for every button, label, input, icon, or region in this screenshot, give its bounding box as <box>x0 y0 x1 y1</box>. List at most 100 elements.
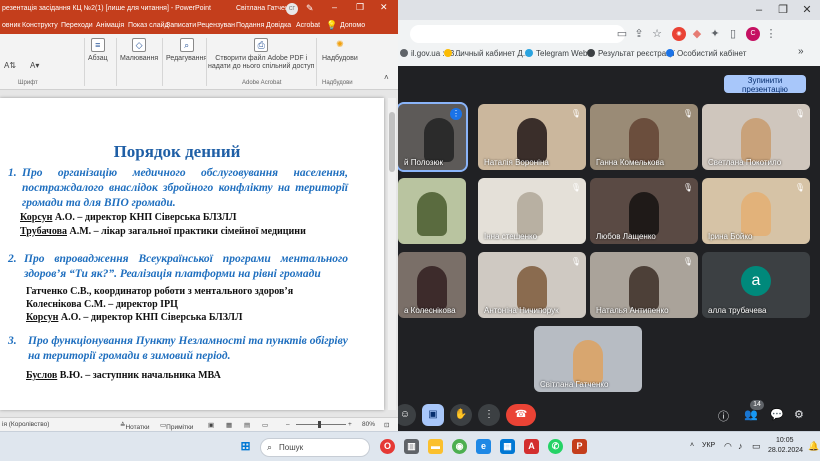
tab-9[interactable]: Acrobat <box>296 22 320 29</box>
clock-time[interactable]: 10:05 <box>776 437 794 444</box>
edge-icon[interactable]: e <box>476 439 491 454</box>
acrobat-icon[interactable]: A <box>524 439 539 454</box>
info-icon[interactable]: ⓘ <box>718 408 729 424</box>
participant-tile[interactable]: 🎙 Наталія Вороніна <box>478 104 586 170</box>
end-call-button[interactable]: ☎ <box>506 404 536 426</box>
paragraph-button[interactable]: ≡ Абзац <box>88 38 108 63</box>
volume-icon[interactable]: ♪ <box>738 441 743 451</box>
participant-tile[interactable]: 🎙 Антоніна Ничипорук <box>478 252 586 318</box>
share-icon[interactable]: ⇪ <box>632 27 646 41</box>
user-avatar[interactable]: СГ <box>286 3 298 15</box>
tab-8[interactable]: Довідка <box>266 22 291 29</box>
participant-tile[interactable]: 🎙 Любов Лащенко <box>590 178 698 244</box>
task-view-icon[interactable]: ▥ <box>404 439 419 454</box>
tab-3[interactable]: Анімація <box>96 22 124 29</box>
drawing-button[interactable]: ◇ Малювання <box>120 38 158 63</box>
sidebar-icon[interactable]: ▯ <box>726 27 740 41</box>
close-icon[interactable]: ✕ <box>380 2 388 13</box>
taskbar-search[interactable]: ⌕ Пошук <box>260 438 370 457</box>
more-options-icon[interactable]: ⋮ <box>478 404 500 426</box>
close-icon[interactable]: ✕ <box>796 3 818 17</box>
create-pdf-button[interactable]: ⎙ Створити файл Adobe PDF і надати до ньог… <box>208 38 314 71</box>
participant-tile[interactable]: 🎙 Ганна Комелькова <box>590 104 698 170</box>
extension-icon-2[interactable]: ◆ <box>690 27 704 41</box>
reading-view-icon[interactable]: ▤ <box>244 421 250 429</box>
tab-5[interactable]: Записати <box>166 22 196 29</box>
font-color-icon[interactable]: A▾ <box>30 62 39 70</box>
bookmark-3[interactable]: Результат реєстрації <box>587 49 675 58</box>
more-bookmarks[interactable]: » <box>798 46 804 57</box>
tab-10[interactable]: Допомо <box>340 22 365 29</box>
extensions-puzzle-icon[interactable]: ✦ <box>708 27 722 41</box>
participant-tile[interactable]: a алла трубачева <box>702 252 810 318</box>
participant-tile[interactable]: 🎙 Ірина Бойко <box>702 178 810 244</box>
raise-hand-icon[interactable]: ✋ <box>450 404 472 426</box>
battery-icon[interactable]: ▭ <box>752 441 761 452</box>
collapse-ribbon-icon[interactable]: ˄ <box>384 74 389 82</box>
slide-canvas[interactable]: Порядок денний 1. Про організацію медичн… <box>0 98 384 410</box>
present-icon[interactable]: ▣ <box>422 404 444 426</box>
camera-icon[interactable]: ▭ <box>615 27 629 41</box>
maximize-icon[interactable]: ❐ <box>772 3 794 17</box>
zoom-out-icon[interactable]: – <box>286 421 290 428</box>
activities-icon[interactable]: ⚙ <box>794 408 804 421</box>
slideshow-icon[interactable]: ▭ <box>262 421 268 429</box>
zoom-slider[interactable] <box>296 424 346 425</box>
notes-button[interactable]: ≙ Нотатки <box>120 421 149 431</box>
tab-0[interactable]: овник <box>2 22 20 29</box>
participant-tile[interactable]: ⋮ й Полозюк <box>396 102 468 172</box>
tab-7[interactable]: Подання <box>236 22 264 29</box>
whatsapp-icon[interactable]: ✆ <box>548 439 563 454</box>
opera-icon[interactable]: O <box>380 439 395 454</box>
minimize-icon[interactable]: – <box>748 3 770 17</box>
text-direction-icon[interactable]: A⇅ <box>4 62 16 70</box>
participant-tile[interactable]: 🎙 Светлана Покотило <box>702 104 810 170</box>
vertical-scrollbar[interactable] <box>388 98 396 410</box>
normal-view-icon[interactable]: ▣ <box>208 421 214 429</box>
file-explorer-icon[interactable]: ▬ <box>428 439 443 454</box>
notifications-icon[interactable]: 🔔 <box>808 441 819 452</box>
editing-button[interactable]: ⌕ Редагування <box>166 38 207 63</box>
extension-icon[interactable]: ◉ <box>672 27 686 41</box>
participant-tile[interactable]: 🎙 Інна стешенко <box>478 178 586 244</box>
bookmark-2[interactable]: Telegram Web <box>525 49 587 58</box>
scrollbar-thumb[interactable] <box>389 112 395 172</box>
people-icon[interactable]: 👥 <box>744 408 758 421</box>
star-icon[interactable]: ☆ <box>650 27 664 41</box>
wifi-icon[interactable]: ◠ <box>724 441 732 452</box>
zoom-level[interactable]: 80% <box>362 421 375 428</box>
tab-2[interactable]: Переходи <box>61 22 93 29</box>
tab-4[interactable]: Показ слайд <box>128 22 169 29</box>
zoom-slider-handle[interactable] <box>318 421 321 428</box>
participant-tile[interactable]: а Колеснікова <box>398 252 466 318</box>
pen-icon[interactable]: ✎ <box>306 3 314 14</box>
slide-sorter-icon[interactable]: ▦ <box>226 421 232 429</box>
search-placeholder: Пошук <box>279 443 304 452</box>
tab-6[interactable]: Рецензуван <box>197 22 235 29</box>
minimize-icon[interactable]: – <box>332 2 337 12</box>
chat-icon[interactable]: 💬 <box>770 408 784 421</box>
chrome-icon[interactable]: ◉ <box>452 439 467 454</box>
bookmark-1[interactable]: Личный кабинет Д... <box>444 49 530 58</box>
windows-start-icon[interactable]: ⊞ <box>238 439 253 454</box>
maximize-icon[interactable]: ❐ <box>356 2 364 13</box>
participant-tile[interactable] <box>398 178 466 244</box>
kebab-menu-icon[interactable]: ⋮ <box>764 27 778 41</box>
profile-avatar-icon[interactable]: С <box>746 27 760 41</box>
zoom-in-icon[interactable]: + <box>348 421 352 428</box>
clock-date[interactable]: 28.02.2024 <box>768 447 803 454</box>
addins-button[interactable]: ✺ Надбудови <box>322 38 358 63</box>
participant-tile[interactable]: Світлана Гатченко <box>534 326 642 392</box>
bookmark-4[interactable]: Особистий кабінет <box>666 49 746 58</box>
language-indicator[interactable]: УКР <box>702 442 715 449</box>
tray-overflow-icon[interactable]: ˄ <box>690 442 694 449</box>
comments-button[interactable]: ▭ Примітки <box>160 421 193 431</box>
tab-1[interactable]: Конструкту <box>22 22 58 29</box>
participant-tile[interactable]: 🎙 Наталья Антипенко <box>590 252 698 318</box>
store-icon[interactable]: ▦ <box>500 439 515 454</box>
address-bar[interactable] <box>410 25 625 43</box>
language-status[interactable]: ія (Королівство) <box>2 421 49 428</box>
powerpoint-icon[interactable]: P <box>572 439 587 454</box>
fit-slide-icon[interactable]: ⊡ <box>384 421 389 429</box>
stop-presenting-button[interactable]: Зупинити презентацію <box>724 75 806 94</box>
